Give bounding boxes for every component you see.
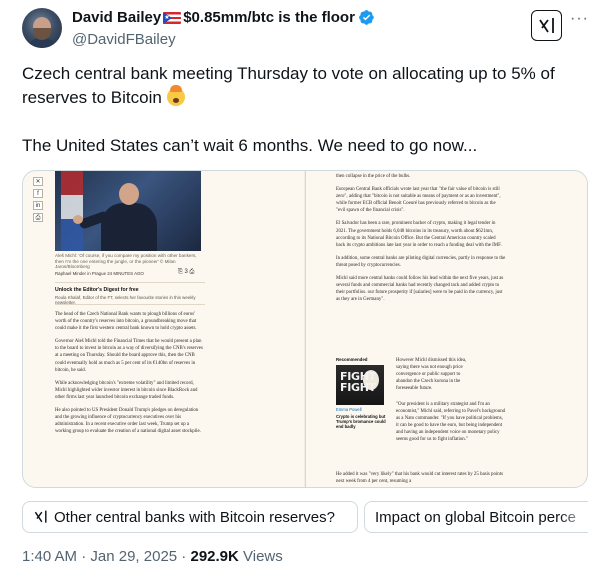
grok-suggestion-chip[interactable]: Impact on global Bitcoin perce xyxy=(364,501,588,533)
grok-suggestion-chip[interactable]: Other central banks with Bitcoin reserve… xyxy=(22,501,358,533)
grok-button[interactable] xyxy=(531,10,562,41)
article-paragraph: "Our president is a military strategist … xyxy=(396,402,506,443)
article-paragraph: In addition, some central banks are pilo… xyxy=(336,255,506,268)
article-paragraph: He also pointed to US President Donald T… xyxy=(55,408,201,435)
tweet-meta: 1:40 AM · Jan 29, 2025 · 292.9K Views xyxy=(22,548,283,565)
article-paragraph: European Central Bank officials wrote la… xyxy=(336,187,501,214)
tweet-line-2: The United States can’t wait 6 months. W… xyxy=(22,136,478,155)
puerto-rico-flag-icon: ★ xyxy=(163,11,182,24)
more-options-button[interactable]: ··· xyxy=(570,11,592,32)
byline-icons: ⎘ 3 ⎙ xyxy=(178,269,195,275)
grok-icon xyxy=(538,17,554,33)
suggestion-label: Impact on global Bitcoin perce xyxy=(375,508,576,526)
tweet-paragraph: Czech central bank meeting Thursday to v… xyxy=(22,62,592,110)
suggestion-label: Other central banks with Bitcoin reserve… xyxy=(54,508,335,526)
author-name-row[interactable]: David Bailey ★ $0.85mm/btc is the floor xyxy=(72,9,375,26)
share-facebook-icon: f xyxy=(33,189,43,198)
share-x-icon: ✕ xyxy=(33,177,43,186)
author-name-suffix[interactable]: $0.85mm/btc is the floor xyxy=(183,9,355,26)
article-paragraph: Governor Aleš Michl told the Financial T… xyxy=(55,339,203,373)
article-paragraph: Michl said more central banks could foll… xyxy=(336,276,504,303)
exploding-head-emoji-icon xyxy=(166,85,185,106)
tweet-line-1: Czech central bank meeting Thursday to v… xyxy=(22,64,555,107)
meta-separator: · xyxy=(77,548,91,565)
author-display-name[interactable]: David Bailey xyxy=(72,9,161,26)
article-body-right-lower: "Our president is a military strategist … xyxy=(336,401,506,450)
avatar[interactable] xyxy=(22,8,62,48)
tweet-card: David Bailey ★ $0.85mm/btc is the floor … xyxy=(0,0,613,587)
tweet-text: Czech central bank meeting Thursday to v… xyxy=(22,62,592,158)
save-icon: ⎙ xyxy=(33,213,43,222)
recommended-label: Recommended xyxy=(336,357,368,362)
article-byline: Raphael Minder in Prague 24 MINUTES AGO xyxy=(55,271,144,276)
recommended-image-text: FIGHT FIGHT xyxy=(340,370,376,394)
verified-badge-icon xyxy=(359,10,374,25)
meta-separator: · xyxy=(177,548,191,565)
author-handle[interactable]: @DavidFBailey xyxy=(72,31,176,48)
tweet-image[interactable]: ✕ f in ⎙ Aleš Michl: 'Of course, if you … xyxy=(22,170,588,488)
chip-fade xyxy=(560,502,590,532)
article-body-left: The head of the Czech National Bank want… xyxy=(55,311,205,441)
article-paragraph: He added it was "very likely" that his b… xyxy=(336,472,503,485)
article-photo xyxy=(55,171,201,251)
views-label: Views xyxy=(238,548,283,565)
views-count[interactable]: 292.9K xyxy=(190,548,238,565)
tweet-time[interactable]: 1:40 AM xyxy=(22,548,77,565)
article-paragraph: While acknowledging bitcoin's "extreme v… xyxy=(55,380,198,400)
share-linkedin-icon: in xyxy=(33,201,43,210)
article-paragraph: The head of the Czech National Bank want… xyxy=(55,312,197,332)
recommended-image: FIGHT FIGHT xyxy=(336,365,384,405)
article-body-right-side: However Michl dismissed this idea, sayin… xyxy=(396,357,478,398)
article-paragraph: However Michl dismissed this idea, sayin… xyxy=(396,358,467,392)
tweet-date[interactable]: Jan 29, 2025 xyxy=(90,548,177,565)
share-toolbar: ✕ f in ⎙ xyxy=(33,177,45,225)
unlock-title: Unlock the Editor's Digest for free xyxy=(55,287,139,293)
article-body-right-bottom: He added it was "very likely" that his b… xyxy=(336,471,506,487)
article-page-left: ✕ f in ⎙ Aleš Michl: 'Of course, if you … xyxy=(23,171,304,487)
article-paragraph: El Salvador has been a rare, prominent b… xyxy=(336,221,502,248)
article-body-right: then collapse in the price of the bulbs.… xyxy=(336,173,506,309)
photo-caption: Aleš Michl: 'Of course, if you compare m… xyxy=(55,253,197,270)
article-paragraph: then collapse in the price of the bulbs. xyxy=(336,174,411,179)
grok-icon xyxy=(34,510,47,523)
article-page-right: then collapse in the price of the bulbs.… xyxy=(305,171,587,487)
